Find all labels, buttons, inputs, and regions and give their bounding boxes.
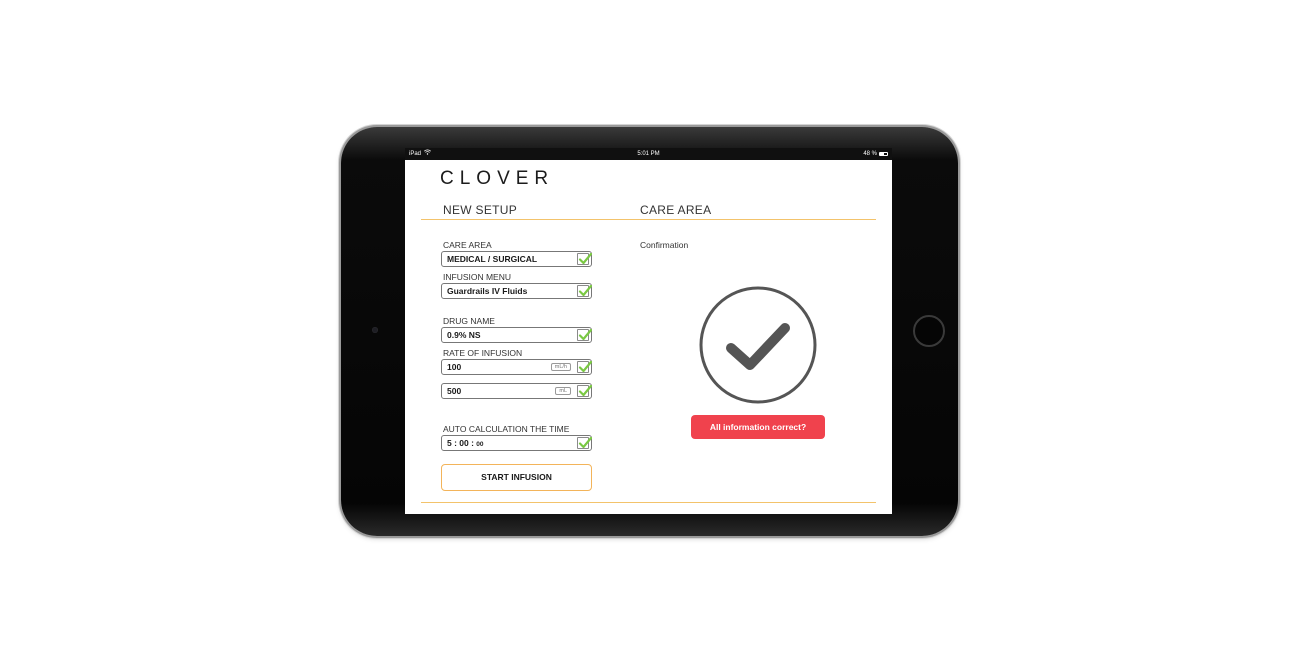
footer-divider (421, 502, 876, 503)
section-title-new-setup: NEW SETUP (443, 203, 518, 217)
status-time: 5:01 PM (637, 151, 660, 157)
infusion-menu-field[interactable]: Guardrails IV Fluids (441, 283, 592, 299)
drug-name-field[interactable]: 0.9% NS (441, 327, 592, 343)
time-main: 5 : 00 : (447, 438, 477, 448)
app-logo: CLOVER (440, 168, 555, 189)
rate-field[interactable]: 100 mL/h (441, 359, 592, 375)
infusion-menu-value: Guardrails IV Fluids (447, 286, 528, 296)
header-divider (421, 219, 876, 220)
camera-icon (372, 327, 378, 333)
volume-field[interactable]: 500 mL (441, 383, 592, 399)
battery-percent: 48 % (863, 151, 877, 157)
rate-value: 100 (447, 362, 462, 372)
drug-name-value: 0.9% NS (447, 330, 481, 340)
confirmation-check-icon (698, 285, 818, 405)
time-value: 5 : 00 : 00 (447, 436, 484, 452)
check-icon (577, 328, 592, 341)
check-icon (577, 284, 592, 297)
rate-label: RATE OF INFUSION (443, 348, 523, 358)
section-title-care-area: CARE AREA (640, 203, 712, 217)
infusion-menu-label: INFUSION MENU (443, 272, 511, 282)
check-icon (577, 252, 592, 265)
check-icon (577, 384, 592, 397)
rate-unit: mL/h (550, 363, 571, 371)
check-icon (577, 436, 592, 449)
care-area-field[interactable]: MEDICAL / SURGICAL (441, 251, 592, 267)
time-field[interactable]: 5 : 00 : 00 (441, 435, 592, 451)
start-infusion-button[interactable]: START INFUSION (441, 464, 592, 491)
care-area-label: CARE AREA (443, 240, 492, 250)
volume-unit: mL (555, 387, 571, 395)
check-icon (577, 360, 592, 373)
confirmation-label: Confirmation (640, 240, 689, 250)
volume-value: 500 (447, 386, 462, 396)
home-button[interactable] (913, 315, 945, 347)
drug-name-label: DRUG NAME (443, 316, 495, 326)
all-information-correct-button[interactable]: All information correct? (691, 415, 825, 439)
app-screen: iPad 5:01 PM 48 % CLOVER NEW SETUP CARE … (405, 148, 892, 514)
battery-icon (879, 152, 888, 156)
care-area-value: MEDICAL / SURGICAL (447, 254, 538, 264)
time-seconds: 00 (476, 441, 484, 448)
status-bar: iPad 5:01 PM 48 % (405, 148, 892, 160)
auto-calc-label: AUTO CALCULATION THE TIME (443, 424, 570, 434)
